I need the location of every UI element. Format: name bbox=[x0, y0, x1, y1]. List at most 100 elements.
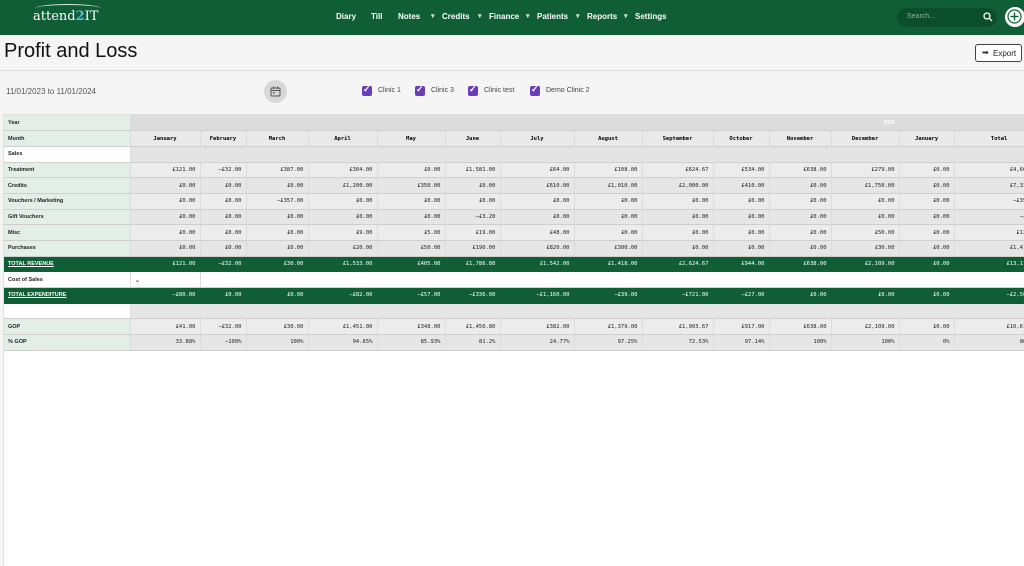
table-cell: £0.00 bbox=[574, 224, 643, 241]
table-cell: £48.00 bbox=[500, 224, 575, 241]
total-expenditure-row: TOTAL EXPENDITURE −£80.00 £0.00 £0.00 −£82.0… bbox=[4, 287, 1024, 304]
table-cell: £944.00 bbox=[713, 256, 770, 273]
table-cell: −£82.00 bbox=[308, 287, 378, 304]
table-cell: £638.00 bbox=[769, 256, 832, 273]
table-cell: £348.00 bbox=[377, 318, 446, 336]
table-cell: £1,903.67 bbox=[642, 318, 714, 336]
table-cell: 100% bbox=[769, 334, 832, 351]
month-header: December bbox=[831, 130, 900, 147]
chevron-down-icon[interactable]: ⌄ bbox=[135, 276, 141, 284]
table-cell: £0.00 bbox=[130, 240, 201, 257]
nav-settings[interactable]: Settings bbox=[624, 12, 666, 21]
table-cell: 100% bbox=[246, 334, 309, 351]
month-header-row: Month January February March April May J… bbox=[4, 130, 1024, 147]
table-cell: £350.00 bbox=[377, 177, 446, 194]
table-cell: −£32.00 bbox=[200, 162, 247, 179]
add-user-button[interactable] bbox=[1004, 6, 1024, 28]
table-cell: £0.00 bbox=[200, 240, 247, 257]
table-cell: £0.00 bbox=[899, 193, 955, 210]
table-cell: £820.00 bbox=[500, 240, 575, 257]
search-input[interactable]: Search... bbox=[897, 8, 997, 27]
nav-notes[interactable]: Notes bbox=[398, 12, 420, 21]
table-cell: £0.00 bbox=[246, 224, 309, 241]
nav-diary[interactable]: Diary bbox=[336, 12, 356, 21]
table-cell: £0.00 bbox=[642, 209, 714, 226]
nav-patients[interactable]: Patients bbox=[526, 12, 568, 21]
table-cell: £0.00 bbox=[246, 287, 309, 304]
table-cell: −100% bbox=[200, 334, 247, 351]
table-cell: £0.00 bbox=[899, 177, 955, 194]
nav-reports[interactable]: Reports bbox=[576, 12, 617, 21]
table-cell: £1,010.00 bbox=[574, 177, 643, 194]
search-icon[interactable] bbox=[983, 11, 993, 23]
sales-rows: Treatment £121.00 −£32.00 £387.00 £304.00 £0.… bbox=[4, 162, 1024, 257]
table-cell: −£39.00 bbox=[574, 287, 643, 304]
table-cell: £1,750.00 bbox=[831, 177, 900, 194]
header-divider bbox=[0, 70, 1024, 71]
gop-row: GOP £41.00 −£32.00 £30.00 £1,451.00 £348.00 £1… bbox=[4, 318, 1024, 336]
table-cell: £0.00 bbox=[713, 224, 770, 241]
page-title: Profit and Loss bbox=[4, 40, 138, 62]
table-cell: £9.00 bbox=[308, 224, 378, 241]
top-nav-bar: attend2IT Diary Till Notes Credits Finan… bbox=[0, 0, 1024, 35]
table-cell: £0.00 bbox=[769, 287, 832, 304]
table-cell: 97.14% bbox=[713, 334, 770, 351]
table-cell: £0.00 bbox=[899, 318, 955, 336]
table-cell: £0.00 bbox=[130, 193, 201, 210]
table-cell: £0.00 bbox=[445, 193, 501, 210]
table-cell: £0.00 bbox=[713, 240, 770, 257]
logo-swoosh bbox=[35, 4, 101, 13]
table-cell: £2,624.67 bbox=[642, 256, 714, 273]
app-logo[interactable]: attend2IT bbox=[33, 4, 101, 24]
table-cell: −£32.00 bbox=[200, 256, 247, 273]
table-cell: 0% bbox=[899, 334, 955, 351]
checkbox-icon[interactable] bbox=[362, 84, 372, 96]
checkbox-icon[interactable] bbox=[415, 84, 425, 96]
table-cell: £1,410.00 bbox=[954, 240, 1024, 257]
row-label: TOTAL EXPENDITURE bbox=[4, 287, 131, 304]
table-cell: £2,109.00 bbox=[831, 318, 900, 336]
table-cell: £0.00 bbox=[642, 240, 714, 257]
nav-finance[interactable]: Finance bbox=[478, 12, 519, 21]
export-button[interactable]: ➡ Export bbox=[975, 44, 1022, 62]
table-cell: £121.00 bbox=[130, 256, 201, 273]
table-cell: −£2,502.00 bbox=[954, 287, 1024, 304]
table-cell: £20.00 bbox=[308, 240, 378, 257]
table-cell: £1,581.00 bbox=[445, 162, 501, 179]
checkbox-icon[interactable] bbox=[468, 84, 478, 96]
table-row: Misc £0.00 £0.00 £0.00 £9.00 £5.00 £19.00 £48.0… bbox=[4, 224, 1024, 241]
cost-of-sales-row[interactable]: Cost of Sales ⌄ bbox=[4, 271, 1024, 289]
table-cell: £410.00 bbox=[713, 177, 770, 194]
table-cell: £4,608.67 bbox=[954, 162, 1024, 179]
month-header: March bbox=[246, 130, 309, 147]
table-cell: £1,418.00 bbox=[574, 256, 643, 273]
checkbox-icon[interactable] bbox=[530, 84, 540, 96]
table-cell: £2,109.00 bbox=[831, 256, 900, 273]
table-cell: £0.00 bbox=[377, 193, 446, 210]
table-cell: £0.00 bbox=[130, 177, 201, 194]
table-cell: £1,451.00 bbox=[308, 318, 378, 336]
table-cell: −£27.00 bbox=[713, 287, 770, 304]
table-cell: £405.00 bbox=[377, 256, 446, 273]
table-cell: 85.93% bbox=[377, 334, 446, 351]
table-cell: £30.00 bbox=[246, 318, 309, 336]
nav-credits[interactable]: Credits bbox=[431, 12, 469, 21]
nav-till[interactable]: Till bbox=[371, 12, 382, 21]
table-cell: 72.53% bbox=[642, 334, 714, 351]
table-row: Treatment £121.00 −£32.00 £387.00 £304.00 £0.… bbox=[4, 162, 1024, 179]
table-cell: −£3.20 bbox=[445, 209, 501, 226]
table-cell: £19.00 bbox=[445, 224, 501, 241]
table-cell: −£57.00 bbox=[377, 287, 446, 304]
profit-loss-table-wrapper[interactable]: Year 2023 202 Month January February Mar… bbox=[4, 115, 1024, 355]
table-cell: £0.00 bbox=[769, 193, 832, 210]
table-cell: 94.65% bbox=[308, 334, 378, 351]
row-label: Vouchers / Marketing bbox=[4, 193, 131, 210]
table-cell: £0.00 bbox=[831, 287, 900, 304]
table-cell: £7,330.00 bbox=[954, 177, 1024, 194]
table-cell: £0.00 bbox=[308, 193, 378, 210]
clinic-label: Demo Clinic 2 bbox=[546, 87, 590, 94]
table-cell: −£336.00 bbox=[445, 287, 501, 304]
date-picker-button[interactable] bbox=[264, 80, 287, 103]
pct-gop-row: % GOP 33.88% −100% 100% 94.65% 85.93% 81.2% 24.… bbox=[4, 334, 1024, 351]
plus-circle-icon bbox=[1007, 9, 1022, 24]
